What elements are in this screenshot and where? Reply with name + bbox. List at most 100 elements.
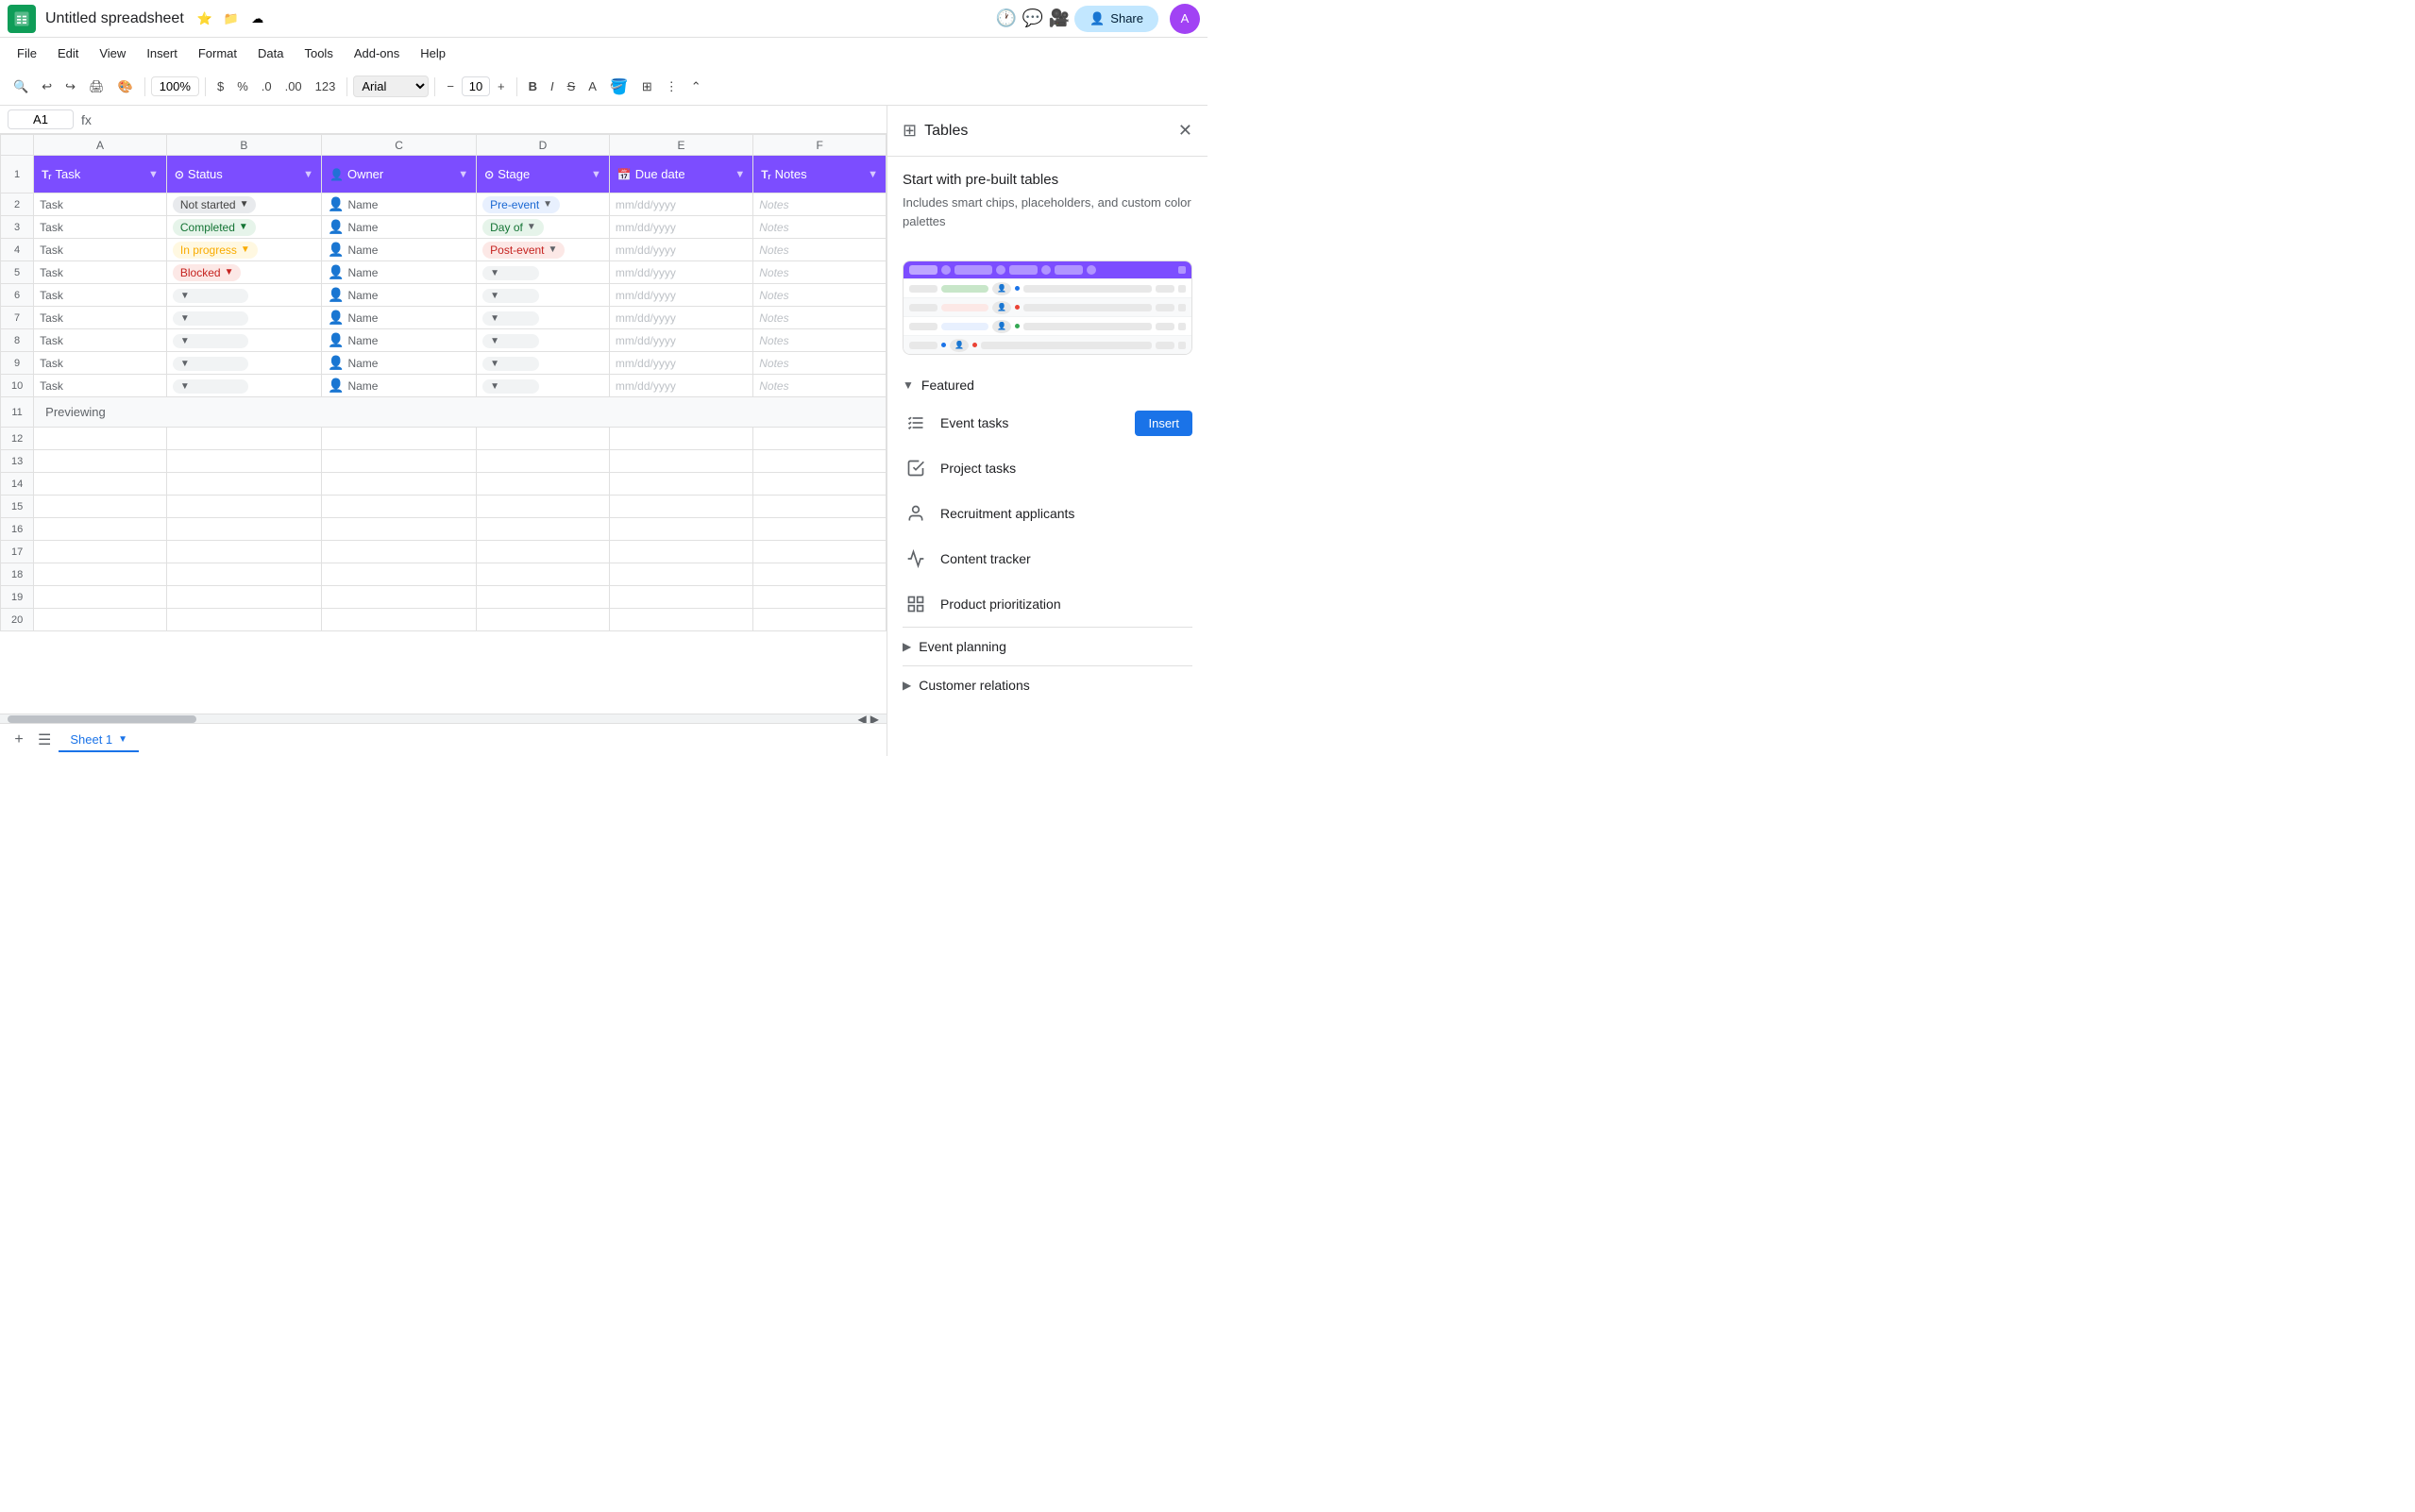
bold-button[interactable]: B <box>523 76 543 97</box>
sheets-menu-button[interactable]: ☰ <box>38 731 51 749</box>
event-tasks-insert-button[interactable]: Insert <box>1135 411 1192 436</box>
sheet-tab-dropdown-icon[interactable]: ▼ <box>118 734 127 745</box>
menu-file[interactable]: File <box>8 42 46 64</box>
font-size-increase[interactable]: + <box>492 76 511 97</box>
redo-button[interactable]: ↪ <box>59 76 81 98</box>
collapse-toolbar-button[interactable]: ⌃ <box>685 76 707 98</box>
owner-sort-icon[interactable]: ▼ <box>458 169 468 180</box>
r3-status[interactable]: Completed ▼ <box>166 216 321 239</box>
cloud-icon[interactable]: ☁ <box>246 8 269 30</box>
r2-owner[interactable]: 👤 Name <box>322 193 477 216</box>
print-button[interactable]: 🖨 <box>83 76 110 98</box>
more-options-button[interactable]: ⋮ <box>660 76 684 98</box>
cell-reference[interactable] <box>8 109 74 129</box>
menu-addons[interactable]: Add-ons <box>345 42 409 64</box>
font-size-display[interactable]: 10 <box>462 76 490 96</box>
percent-button[interactable]: % <box>231 76 254 97</box>
r4-stage[interactable]: Post-event ▼ <box>477 239 610 261</box>
featured-label: Featured <box>921 378 974 393</box>
menu-view[interactable]: View <box>90 42 135 64</box>
r5-owner[interactable]: 👤 Name <box>322 261 477 284</box>
menu-format[interactable]: Format <box>189 42 246 64</box>
r5-stage[interactable]: ▼ <box>477 261 610 284</box>
task-col-header[interactable]: Tᵣ Task ▼ <box>34 156 167 193</box>
decimal-decrease-button[interactable]: .0 <box>256 76 278 97</box>
scrollbar-thumb[interactable] <box>8 715 196 723</box>
r5-status[interactable]: Blocked ▼ <box>166 261 321 284</box>
undo-button[interactable]: ↩ <box>36 76 58 98</box>
status-sort-icon[interactable]: ▼ <box>303 169 313 180</box>
currency-button[interactable]: $ <box>211 76 229 97</box>
customer-relations-section[interactable]: ▶ Customer relations <box>903 665 1192 704</box>
video-icon[interactable]: 🎥 <box>1048 8 1071 30</box>
history-icon[interactable]: 🕐 <box>995 8 1018 30</box>
r4-notes[interactable]: Notes <box>753 239 887 261</box>
collapsible-sections: ▶ Event planning ▶ Customer relations <box>887 627 1208 704</box>
text-color-button[interactable]: A <box>583 76 602 97</box>
r4-task[interactable]: Task <box>34 239 167 261</box>
borders-button[interactable]: ⊞ <box>636 76 658 98</box>
stage-col-header[interactable]: ⊙ Stage ▼ <box>477 156 610 193</box>
sheet-tab-1[interactable]: Sheet 1 ▼ <box>59 729 139 752</box>
formula-input[interactable] <box>99 112 879 126</box>
col-header-c[interactable]: C <box>322 135 477 156</box>
horizontal-scrollbar[interactable]: ◀ ▶ <box>0 714 887 723</box>
r4-duedate[interactable]: mm/dd/yyyy <box>609 239 752 261</box>
owner-col-header[interactable]: 👤 Owner ▼ <box>322 156 477 193</box>
zoom-display[interactable]: 100% <box>151 76 199 96</box>
search-button[interactable]: 🔍 <box>8 76 34 98</box>
r3-duedate[interactable]: mm/dd/yyyy <box>609 216 752 239</box>
notes-sort-icon[interactable]: ▼ <box>868 169 878 180</box>
r5-notes[interactable]: Notes <box>753 261 887 284</box>
comment-icon[interactable]: 💬 <box>1022 8 1044 30</box>
number-format-button[interactable]: 123 <box>310 76 342 97</box>
add-sheet-button[interactable]: + <box>8 729 30 751</box>
r5-duedate[interactable]: mm/dd/yyyy <box>609 261 752 284</box>
event-planning-section[interactable]: ▶ Event planning <box>903 627 1192 665</box>
table-row: 20 <box>1 609 887 631</box>
r2-task[interactable]: Task <box>34 193 167 216</box>
recruitment-icon <box>903 500 929 527</box>
col-header-f[interactable]: F <box>753 135 887 156</box>
r4-status[interactable]: In progress ▼ <box>166 239 321 261</box>
star-icon[interactable]: ⭐ <box>194 8 216 30</box>
menu-insert[interactable]: Insert <box>137 42 187 64</box>
col-header-e[interactable]: E <box>609 135 752 156</box>
close-panel-button[interactable]: ✕ <box>1178 121 1192 141</box>
stage-sort-icon[interactable]: ▼ <box>591 169 601 180</box>
r3-notes[interactable]: Notes <box>753 216 887 239</box>
italic-button[interactable]: I <box>545 76 560 97</box>
strikethrough-button[interactable]: S <box>562 76 582 97</box>
r2-duedate[interactable]: mm/dd/yyyy <box>609 193 752 216</box>
r4-owner[interactable]: 👤 Name <box>322 239 477 261</box>
duedate-sort-icon[interactable]: ▼ <box>735 169 745 180</box>
share-button[interactable]: 👤 Insert Share <box>1074 6 1158 32</box>
task-sort-icon[interactable]: ▼ <box>148 169 159 180</box>
col-header-b[interactable]: B <box>166 135 321 156</box>
font-select[interactable]: Arial <box>353 76 429 97</box>
font-size-decrease[interactable]: − <box>441 76 460 97</box>
r3-stage[interactable]: Day of ▼ <box>477 216 610 239</box>
paint-format-button[interactable]: 🎨 <box>112 76 139 98</box>
featured-header[interactable]: ▼ Featured <box>903 370 1192 400</box>
menu-help[interactable]: Help <box>411 42 455 64</box>
stage-col-label: Stage <box>498 167 530 181</box>
fill-color-button[interactable]: 🪣 <box>604 74 634 100</box>
col-header-a[interactable]: A <box>34 135 167 156</box>
menu-tools[interactable]: Tools <box>295 42 342 64</box>
r3-task[interactable]: Task <box>34 216 167 239</box>
folder-icon[interactable]: 📁 <box>220 8 243 30</box>
duedate-col-header[interactable]: 📅 Due date ▼ <box>609 156 752 193</box>
status-col-header[interactable]: ⊙ Status ▼ <box>166 156 321 193</box>
col-header-d[interactable]: D <box>477 135 610 156</box>
r3-owner[interactable]: 👤 Name <box>322 216 477 239</box>
r2-status[interactable]: Not started ▼ <box>166 193 321 216</box>
r2-stage[interactable]: Pre-event ▼ <box>477 193 610 216</box>
avatar[interactable]: A <box>1170 4 1200 34</box>
menu-data[interactable]: Data <box>248 42 293 64</box>
r2-notes[interactable]: Notes <box>753 193 887 216</box>
menu-edit[interactable]: Edit <box>48 42 88 64</box>
decimal-increase-button[interactable]: .00 <box>279 76 308 97</box>
notes-col-header[interactable]: Tᵣ Notes ▼ <box>753 156 887 193</box>
r5-task[interactable]: Task <box>34 261 167 284</box>
